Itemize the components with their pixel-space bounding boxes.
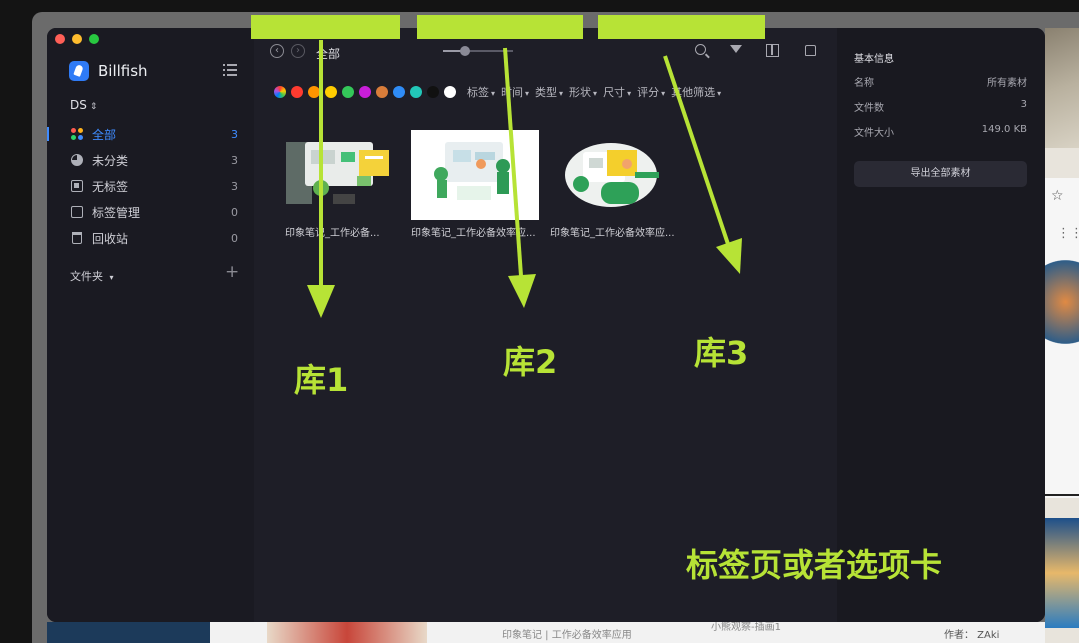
arrow-3-head [716, 238, 742, 274]
arrow-2-head [508, 274, 536, 308]
annotation-library-2: 库2 [503, 343, 558, 381]
annotation-library-3: 库3 [694, 334, 749, 372]
arrow-1-head [307, 285, 335, 318]
arrow-2-line [503, 47, 524, 291]
annotation-tabs-label: 标签页或者选项卡 [686, 546, 943, 584]
arrow-3-line [663, 55, 734, 257]
annotation-library-1: 库1 [294, 361, 349, 399]
